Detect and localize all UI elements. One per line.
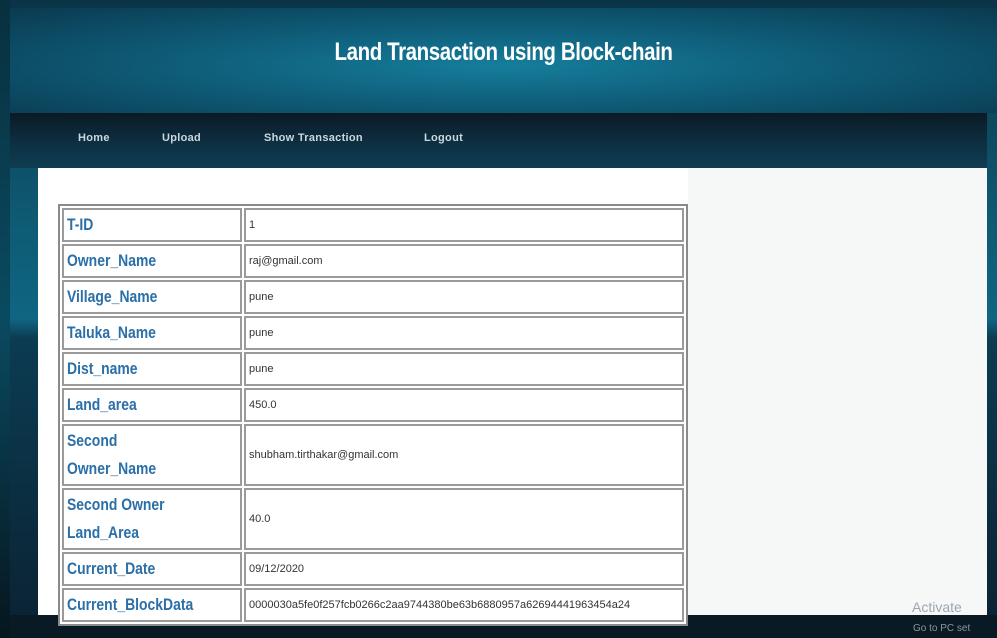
row-label: Current_BlockData: [62, 588, 242, 622]
nav-home-link[interactable]: Home: [78, 132, 110, 144]
row-value: 09/12/2020: [244, 552, 684, 586]
table-row: T-ID 1: [62, 208, 684, 242]
activation-watermark: Activate: [912, 599, 962, 615]
row-label: Owner_Name: [62, 244, 242, 278]
table-row: Land_area 450.0: [62, 388, 684, 422]
row-label: Dist_name: [62, 352, 242, 386]
table-row: Dist_name pune: [62, 352, 684, 386]
nav-show-transaction-link[interactable]: Show Transaction: [264, 132, 363, 144]
row-value: shubham.tirthakar@gmail.com: [244, 424, 684, 486]
row-value: 0000030a5fe0f257fcb0266c2aa9744380be63b6…: [244, 588, 684, 622]
table-row: Current_BlockData 0000030a5fe0f257fcb026…: [62, 588, 684, 622]
nav-upload-link[interactable]: Upload: [162, 132, 201, 144]
row-value: pune: [244, 280, 684, 314]
table-row: Current_Date 09/12/2020: [62, 552, 684, 586]
table-row: Taluka_Name pune: [62, 316, 684, 350]
site-header: Land Transaction using Block-chain: [10, 8, 997, 113]
row-label: Land_area: [62, 388, 242, 422]
side-panel: [688, 168, 987, 615]
row-value: pune: [244, 316, 684, 350]
row-value: 1: [244, 208, 684, 242]
table-row: Second Owner Land_Area 40.0: [62, 488, 684, 550]
row-value: 450.0: [244, 388, 684, 422]
table-row: Owner_Name raj@gmail.com: [62, 244, 684, 278]
row-label: Current_Date: [62, 552, 242, 586]
table-row: Village_Name pune: [62, 280, 684, 314]
site-title: Land Transaction using Block-chain: [334, 38, 673, 66]
row-label: Second Owner_Name: [62, 424, 242, 486]
row-value: raj@gmail.com: [244, 244, 684, 278]
row-value: 40.0: [244, 488, 684, 550]
activation-watermark-subtitle: Go to PC set: [913, 623, 971, 634]
transaction-details-table: T-ID 1 Owner_Name raj@gmail.com Village_…: [58, 204, 688, 626]
row-label: Village_Name: [62, 280, 242, 314]
main-nav: Home Upload Show Transaction Logout: [10, 113, 987, 168]
row-label: Second Owner Land_Area: [62, 488, 242, 550]
row-value: pune: [244, 352, 684, 386]
row-label: T-ID: [62, 208, 242, 242]
table-row: Second Owner_Name shubham.tirthakar@gmai…: [62, 424, 684, 486]
nav-logout-link[interactable]: Logout: [424, 132, 463, 144]
left-edge: [0, 0, 10, 638]
row-label: Taluka_Name: [62, 316, 242, 350]
